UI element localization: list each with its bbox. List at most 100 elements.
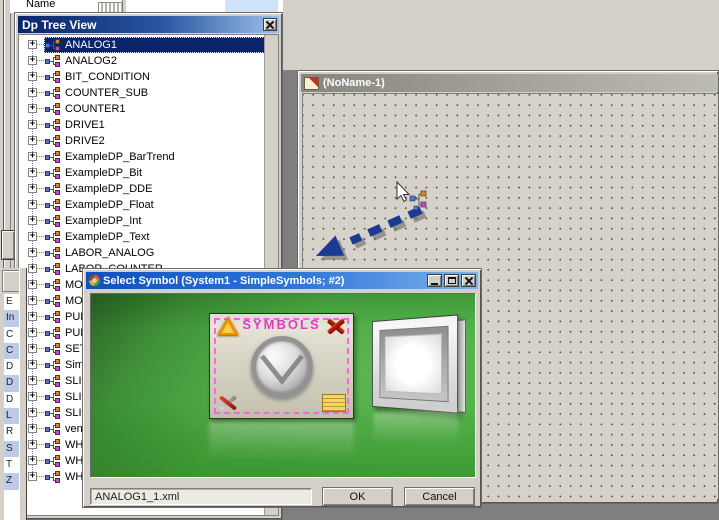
tree-expander[interactable]: + bbox=[28, 392, 37, 401]
symbol-card-frame[interactable] bbox=[372, 314, 458, 413]
select-symbol-dialog: Select Symbol (System1 - SimpleSymbols; … bbox=[82, 268, 482, 508]
tree-item-label: BIT_CONDITION bbox=[63, 71, 152, 83]
dp-tree-close-button[interactable] bbox=[263, 18, 277, 31]
datapoint-icon bbox=[45, 455, 61, 467]
tree-connector-stub bbox=[37, 188, 44, 189]
tree-row[interactable]: + ExampleDP_Bit bbox=[19, 165, 265, 181]
tree-expander[interactable]: + bbox=[28, 200, 37, 209]
tree-connector-stub bbox=[37, 44, 44, 45]
datapoint-icon bbox=[45, 247, 61, 259]
tree-expander[interactable]: + bbox=[28, 456, 37, 465]
dialog-title: Select Symbol (System1 - SimpleSymbols; … bbox=[103, 275, 424, 287]
tree-connector-stub bbox=[37, 108, 44, 109]
tree-expander[interactable]: + bbox=[28, 264, 37, 273]
tree-expander[interactable]: + bbox=[28, 56, 37, 65]
tree-row[interactable]: + ExampleDP_BarTrend bbox=[19, 149, 265, 165]
tree-row[interactable]: + DRIVE1 bbox=[19, 117, 265, 133]
tree-row[interactable]: + ExampleDP_DDE bbox=[19, 181, 265, 197]
close-button[interactable] bbox=[461, 274, 476, 287]
tree-expander[interactable]: + bbox=[28, 120, 37, 129]
panel-window-titlebar[interactable]: (NoName-1) bbox=[301, 74, 718, 92]
tree-row-body[interactable]: ExampleDP_Float bbox=[44, 197, 265, 213]
tree-connector-stub bbox=[37, 60, 44, 61]
tree-row[interactable]: + BIT_CONDITION bbox=[19, 69, 265, 85]
name-column-label: Name bbox=[26, 0, 55, 10]
tree-expander[interactable]: + bbox=[28, 184, 37, 193]
tree-row-body[interactable]: ExampleDP_Text bbox=[44, 229, 265, 245]
tree-expander[interactable]: + bbox=[28, 248, 37, 257]
minimize-button[interactable] bbox=[427, 274, 442, 287]
tree-row-body[interactable]: COUNTER1 bbox=[44, 101, 265, 117]
tree-item-label: COUNTER_SUB bbox=[63, 87, 150, 99]
tree-expander[interactable]: + bbox=[28, 424, 37, 433]
tree-connector-stub bbox=[37, 140, 44, 141]
tree-item-label: ANALOG1 bbox=[63, 39, 119, 51]
tree-connector-stub bbox=[37, 412, 44, 413]
tree-expander[interactable]: + bbox=[28, 472, 37, 481]
tree-row-body[interactable]: COUNTER_SUB bbox=[44, 85, 265, 101]
tree-expander[interactable]: + bbox=[28, 360, 37, 369]
warning-triangle-icon bbox=[217, 316, 239, 335]
tree-connector-stub bbox=[37, 252, 44, 253]
tree-expander[interactable]: + bbox=[28, 408, 37, 417]
tree-connector-stub bbox=[37, 444, 44, 445]
cancel-button[interactable]: Cancel bbox=[404, 487, 475, 506]
tree-row[interactable]: + ANALOG2 bbox=[19, 53, 265, 69]
tree-expander[interactable]: + bbox=[28, 328, 37, 337]
tree-row-body[interactable]: ANALOG2 bbox=[44, 53, 265, 69]
dialog-titlebar[interactable]: Select Symbol (System1 - SimpleSymbols; … bbox=[86, 272, 478, 289]
tree-expander[interactable]: + bbox=[28, 376, 37, 385]
tree-item-label: ExampleDP_BarTrend bbox=[63, 151, 177, 163]
tree-row[interactable]: + ExampleDP_Float bbox=[19, 197, 265, 213]
tree-row-body[interactable]: ANALOG1 bbox=[44, 37, 265, 53]
tree-row-body[interactable]: LABOR_ANALOG bbox=[44, 245, 265, 261]
tree-expander[interactable]: + bbox=[28, 312, 37, 321]
datapoint-icon bbox=[45, 215, 61, 227]
close-icon bbox=[464, 276, 474, 285]
datapoint-icon bbox=[45, 343, 61, 355]
tree-row-body[interactable]: ExampleDP_DDE bbox=[44, 181, 265, 197]
tree-expander[interactable]: + bbox=[28, 280, 37, 289]
tree-expander[interactable]: + bbox=[28, 344, 37, 353]
tree-connector-stub bbox=[37, 76, 44, 77]
tree-expander[interactable]: + bbox=[28, 136, 37, 145]
dp-tree-titlebar[interactable]: Dp Tree View bbox=[18, 16, 279, 33]
tree-expander[interactable]: + bbox=[28, 168, 37, 177]
ok-button[interactable]: OK bbox=[322, 487, 393, 506]
tools-icon bbox=[215, 392, 241, 414]
tree-expander[interactable]: + bbox=[28, 152, 37, 161]
filename-input[interactable] bbox=[90, 488, 312, 505]
tree-expander[interactable]: + bbox=[28, 40, 37, 49]
tree-expander[interactable]: + bbox=[28, 296, 37, 305]
tree-row[interactable]: + LABOR_ANALOG bbox=[19, 245, 265, 261]
maximize-button[interactable] bbox=[444, 274, 459, 287]
tree-row[interactable]: + ANALOG1 bbox=[19, 37, 265, 53]
gear-icon bbox=[89, 275, 100, 286]
tree-row-body[interactable]: DRIVE2 bbox=[44, 133, 265, 149]
tree-row-body[interactable]: ExampleDP_Bit bbox=[44, 165, 265, 181]
tree-expander[interactable]: + bbox=[28, 88, 37, 97]
tree-expander[interactable]: + bbox=[28, 216, 37, 225]
tree-row-body[interactable]: ExampleDP_BarTrend bbox=[44, 149, 265, 165]
tree-row[interactable]: + ExampleDP_Text bbox=[19, 229, 265, 245]
tree-row[interactable]: + COUNTER1 bbox=[19, 101, 265, 117]
tree-row-body[interactable]: ExampleDP_Int bbox=[44, 213, 265, 229]
tree-connector-stub bbox=[37, 172, 44, 173]
tree-row-body[interactable]: DRIVE1 bbox=[44, 117, 265, 133]
tree-connector-stub bbox=[37, 380, 44, 381]
tree-connector-stub bbox=[37, 428, 44, 429]
tree-row[interactable]: + COUNTER_SUB bbox=[19, 85, 265, 101]
background-letter-window: EInCCDDDLRSTZ bbox=[1, 268, 27, 520]
tree-row[interactable]: + DRIVE2 bbox=[19, 133, 265, 149]
tree-connector-stub bbox=[37, 332, 44, 333]
tree-row-body[interactable]: BIT_CONDITION bbox=[44, 69, 265, 85]
maximize-icon bbox=[448, 277, 456, 284]
tree-expander[interactable]: + bbox=[28, 104, 37, 113]
background-scroll-button[interactable] bbox=[1, 230, 15, 260]
tree-expander[interactable]: + bbox=[28, 72, 37, 81]
tree-row[interactable]: + ExampleDP_Int bbox=[19, 213, 265, 229]
dp-tree-title: Dp Tree View bbox=[22, 18, 96, 32]
tree-expander[interactable]: + bbox=[28, 232, 37, 241]
tree-expander[interactable]: + bbox=[28, 440, 37, 449]
symbol-card-analog[interactable]: SYMBOLS bbox=[209, 313, 354, 419]
